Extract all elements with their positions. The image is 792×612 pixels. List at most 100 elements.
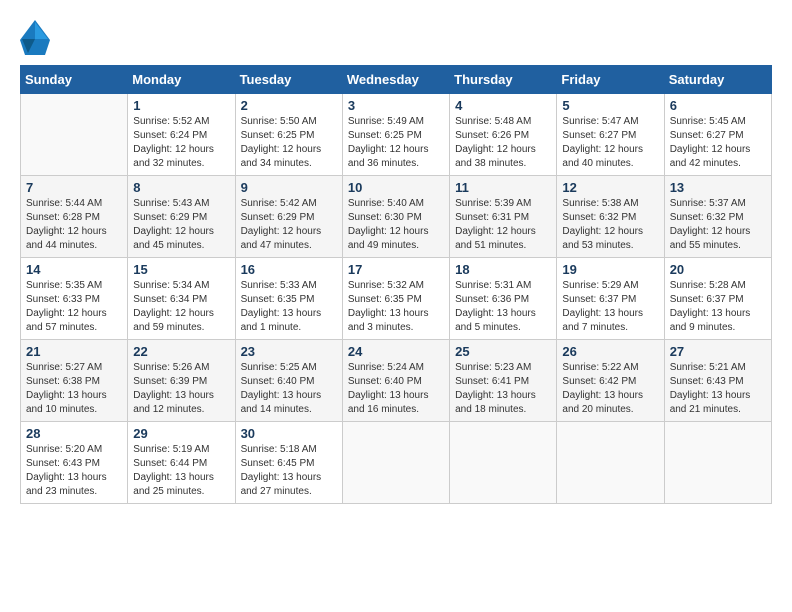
- calendar-header-row: SundayMondayTuesdayWednesdayThursdayFrid…: [21, 66, 772, 94]
- day-info: Sunrise: 5:49 AM Sunset: 6:25 PM Dayligh…: [348, 115, 444, 171]
- calendar-cell: [557, 422, 664, 504]
- calendar-cell: 15 Sunrise: 5:34 AM Sunset: 6:34 PM Dayli…: [128, 258, 235, 340]
- day-info: Sunrise: 5:43 AM Sunset: 6:29 PM Dayligh…: [133, 197, 229, 253]
- day-info: Sunrise: 5:52 AM Sunset: 6:24 PM Dayligh…: [133, 115, 229, 171]
- day-number: 11: [455, 180, 551, 195]
- day-info: Sunrise: 5:27 AM Sunset: 6:38 PM Dayligh…: [26, 361, 122, 417]
- day-info: Sunrise: 5:42 AM Sunset: 6:29 PM Dayligh…: [241, 197, 337, 253]
- day-info: Sunrise: 5:37 AM Sunset: 6:32 PM Dayligh…: [670, 197, 766, 253]
- day-of-week-header: Wednesday: [342, 66, 449, 94]
- day-info: Sunrise: 5:23 AM Sunset: 6:41 PM Dayligh…: [455, 361, 551, 417]
- day-of-week-header: Monday: [128, 66, 235, 94]
- day-number: 13: [670, 180, 766, 195]
- calendar-week-row: 7 Sunrise: 5:44 AM Sunset: 6:28 PM Daylig…: [21, 176, 772, 258]
- day-number: 8: [133, 180, 229, 195]
- calendar-week-row: 28Sunrise: 5:20 AM Sunset: 6:43 PM Dayli…: [21, 422, 772, 504]
- logo-icon: [20, 20, 50, 55]
- calendar-cell: 3 Sunrise: 5:49 AM Sunset: 6:25 PM Daylig…: [342, 94, 449, 176]
- day-number: 14: [26, 262, 122, 277]
- day-info: Sunrise: 5:24 AM Sunset: 6:40 PM Dayligh…: [348, 361, 444, 417]
- calendar-cell: 22 Sunrise: 5:26 AM Sunset: 6:39 PM Dayli…: [128, 340, 235, 422]
- calendar-cell: 25 Sunrise: 5:23 AM Sunset: 6:41 PM Dayli…: [450, 340, 557, 422]
- day-number: 7: [26, 180, 122, 195]
- calendar-cell: 10 Sunrise: 5:40 AM Sunset: 6:30 PM Dayli…: [342, 176, 449, 258]
- day-of-week-header: Sunday: [21, 66, 128, 94]
- calendar-cell: 14 Sunrise: 5:35 AM Sunset: 6:33 PM Dayli…: [21, 258, 128, 340]
- day-of-week-header: Friday: [557, 66, 664, 94]
- day-info: Sunrise: 5:45 AM Sunset: 6:27 PM Dayligh…: [670, 115, 766, 171]
- calendar-table: SundayMondayTuesdayWednesdayThursdayFrid…: [20, 65, 772, 504]
- day-info: Sunrise: 5:26 AM Sunset: 6:39 PM Dayligh…: [133, 361, 229, 417]
- day-info: Sunrise: 5:18 AM Sunset: 6:45 PM Dayligh…: [241, 443, 337, 499]
- calendar-cell: 20Sunrise: 5:28 AM Sunset: 6:37 PM Dayli…: [664, 258, 771, 340]
- day-number: 10: [348, 180, 444, 195]
- day-number: 12: [562, 180, 658, 195]
- day-info: Sunrise: 5:50 AM Sunset: 6:25 PM Dayligh…: [241, 115, 337, 171]
- day-number: 22: [133, 344, 229, 359]
- day-info: Sunrise: 5:25 AM Sunset: 6:40 PM Dayligh…: [241, 361, 337, 417]
- calendar-cell: 4 Sunrise: 5:48 AM Sunset: 6:26 PM Daylig…: [450, 94, 557, 176]
- day-number: 15: [133, 262, 229, 277]
- day-number: 26: [562, 344, 658, 359]
- day-number: 6: [670, 98, 766, 113]
- day-number: 2: [241, 98, 337, 113]
- calendar-cell: 2 Sunrise: 5:50 AM Sunset: 6:25 PM Daylig…: [235, 94, 342, 176]
- calendar-cell: 26 Sunrise: 5:22 AM Sunset: 6:42 PM Dayli…: [557, 340, 664, 422]
- day-number: 21: [26, 344, 122, 359]
- day-info: Sunrise: 5:40 AM Sunset: 6:30 PM Dayligh…: [348, 197, 444, 253]
- logo: [20, 20, 54, 55]
- calendar-cell: 24 Sunrise: 5:24 AM Sunset: 6:40 PM Dayli…: [342, 340, 449, 422]
- day-number: 25: [455, 344, 551, 359]
- day-number: 23: [241, 344, 337, 359]
- calendar-cell: 30 Sunrise: 5:18 AM Sunset: 6:45 PM Dayli…: [235, 422, 342, 504]
- day-info: Sunrise: 5:19 AM Sunset: 6:44 PM Dayligh…: [133, 443, 229, 499]
- calendar-cell: 27 Sunrise: 5:21 AM Sunset: 6:43 PM Dayli…: [664, 340, 771, 422]
- calendar-week-row: 1Sunrise: 5:52 AM Sunset: 6:24 PM Daylig…: [21, 94, 772, 176]
- day-info: Sunrise: 5:47 AM Sunset: 6:27 PM Dayligh…: [562, 115, 658, 171]
- day-info: Sunrise: 5:22 AM Sunset: 6:42 PM Dayligh…: [562, 361, 658, 417]
- calendar-cell: 21 Sunrise: 5:27 AM Sunset: 6:38 PM Dayli…: [21, 340, 128, 422]
- day-of-week-header: Tuesday: [235, 66, 342, 94]
- calendar-cell: 18Sunrise: 5:31 AM Sunset: 6:36 PM Dayli…: [450, 258, 557, 340]
- day-info: Sunrise: 5:44 AM Sunset: 6:28 PM Dayligh…: [26, 197, 122, 253]
- calendar-cell: [664, 422, 771, 504]
- calendar-cell: 29 Sunrise: 5:19 AM Sunset: 6:44 PM Dayli…: [128, 422, 235, 504]
- day-number: 19: [562, 262, 658, 277]
- day-of-week-header: Thursday: [450, 66, 557, 94]
- calendar-week-row: 21 Sunrise: 5:27 AM Sunset: 6:38 PM Dayli…: [21, 340, 772, 422]
- day-info: Sunrise: 5:34 AM Sunset: 6:34 PM Dayligh…: [133, 279, 229, 335]
- day-info: Sunrise: 5:29 AM Sunset: 6:37 PM Dayligh…: [562, 279, 658, 335]
- calendar-cell: 7 Sunrise: 5:44 AM Sunset: 6:28 PM Daylig…: [21, 176, 128, 258]
- day-of-week-header: Saturday: [664, 66, 771, 94]
- day-info: Sunrise: 5:20 AM Sunset: 6:43 PM Dayligh…: [26, 443, 122, 499]
- day-info: Sunrise: 5:35 AM Sunset: 6:33 PM Dayligh…: [26, 279, 122, 335]
- day-info: Sunrise: 5:39 AM Sunset: 6:31 PM Dayligh…: [455, 197, 551, 253]
- calendar-cell: 5 Sunrise: 5:47 AM Sunset: 6:27 PM Daylig…: [557, 94, 664, 176]
- day-number: 24: [348, 344, 444, 359]
- day-number: 29: [133, 426, 229, 441]
- day-info: Sunrise: 5:21 AM Sunset: 6:43 PM Dayligh…: [670, 361, 766, 417]
- calendar-cell: [450, 422, 557, 504]
- calendar-cell: 16Sunrise: 5:33 AM Sunset: 6:35 PM Dayli…: [235, 258, 342, 340]
- day-number: 9: [241, 180, 337, 195]
- day-number: 3: [348, 98, 444, 113]
- day-number: 5: [562, 98, 658, 113]
- calendar-cell: 19 Sunrise: 5:29 AM Sunset: 6:37 PM Dayli…: [557, 258, 664, 340]
- calendar-cell: 6 Sunrise: 5:45 AM Sunset: 6:27 PM Daylig…: [664, 94, 771, 176]
- day-number: 27: [670, 344, 766, 359]
- day-info: Sunrise: 5:28 AM Sunset: 6:37 PM Dayligh…: [670, 279, 766, 335]
- day-info: Sunrise: 5:48 AM Sunset: 6:26 PM Dayligh…: [455, 115, 551, 171]
- calendar-cell: 17Sunrise: 5:32 AM Sunset: 6:35 PM Dayli…: [342, 258, 449, 340]
- calendar-cell: 1Sunrise: 5:52 AM Sunset: 6:24 PM Daylig…: [128, 94, 235, 176]
- day-info: Sunrise: 5:38 AM Sunset: 6:32 PM Dayligh…: [562, 197, 658, 253]
- calendar-cell: 13 Sunrise: 5:37 AM Sunset: 6:32 PM Dayli…: [664, 176, 771, 258]
- day-number: 4: [455, 98, 551, 113]
- day-number: 30: [241, 426, 337, 441]
- calendar-week-row: 14 Sunrise: 5:35 AM Sunset: 6:33 PM Dayli…: [21, 258, 772, 340]
- calendar-cell: 11 Sunrise: 5:39 AM Sunset: 6:31 PM Dayli…: [450, 176, 557, 258]
- calendar-cell: 12 Sunrise: 5:38 AM Sunset: 6:32 PM Dayli…: [557, 176, 664, 258]
- day-info: Sunrise: 5:31 AM Sunset: 6:36 PM Dayligh…: [455, 279, 551, 335]
- day-info: Sunrise: 5:33 AM Sunset: 6:35 PM Dayligh…: [241, 279, 337, 335]
- calendar-cell: [342, 422, 449, 504]
- day-number: 17: [348, 262, 444, 277]
